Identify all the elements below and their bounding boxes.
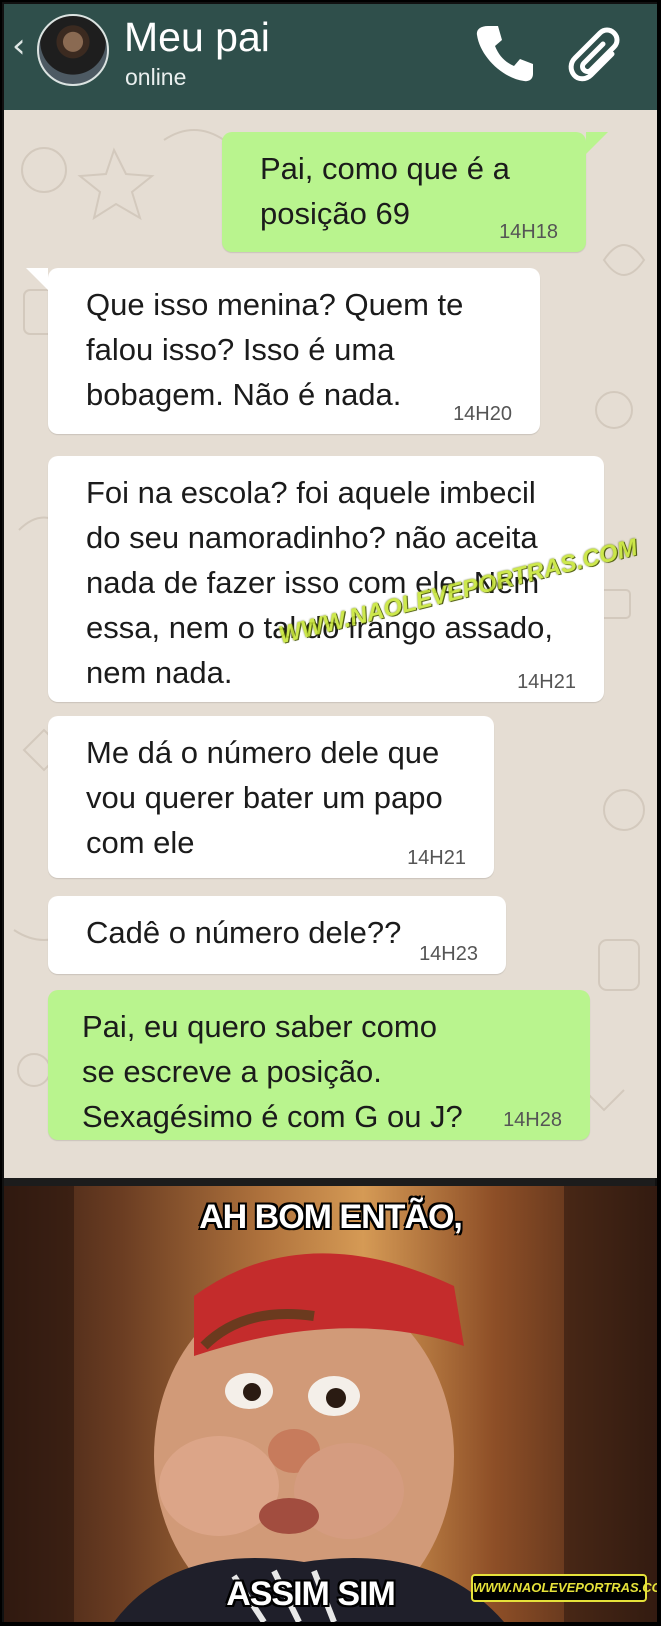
meme-illustration bbox=[4, 1186, 657, 1622]
chevron-left-icon[interactable]: ‹ bbox=[12, 26, 26, 66]
message-bubble-outgoing[interactable]: Pai, eu quero saber como se escreve a po… bbox=[48, 990, 590, 1140]
message-bubble-incoming[interactable]: Me dá o número dele que vou querer bater… bbox=[48, 716, 494, 878]
bubble-tail bbox=[586, 132, 608, 154]
contact-name[interactable]: Meu pai bbox=[124, 14, 270, 61]
phone-icon[interactable] bbox=[470, 18, 540, 88]
meme-caption-top: AH BOM ENTÃO, bbox=[199, 1198, 463, 1236]
paperclip-icon[interactable] bbox=[558, 18, 628, 88]
message-time: 14H21 bbox=[517, 671, 576, 693]
chat-header: ‹ Meu pai online bbox=[4, 4, 657, 110]
message-time: 14H23 bbox=[419, 943, 478, 965]
chat-area: Pai, como que é a posição 69 14H18 Que i… bbox=[4, 110, 657, 1178]
contact-status: online bbox=[125, 64, 187, 90]
meme-image: AH BOM ENTÃO, ASSIM SIM WWW.NAOLEVEPORTR… bbox=[4, 1186, 657, 1622]
message-time: 14H20 bbox=[453, 403, 512, 425]
message-time: 14H28 bbox=[503, 1109, 562, 1131]
message-text: Que isso menina? Quem te falou isso? Iss… bbox=[86, 287, 464, 412]
avatar[interactable] bbox=[37, 14, 109, 86]
message-bubble-outgoing[interactable]: Pai, como que é a posição 69 14H18 bbox=[222, 132, 608, 252]
message-time: 14H21 bbox=[407, 847, 466, 869]
message-text: Pai, eu quero saber como se escreve a po… bbox=[82, 1009, 463, 1134]
message-time: 14H18 bbox=[499, 221, 558, 243]
message-bubble-incoming[interactable]: Que isso menina? Quem te falou isso? Iss… bbox=[26, 268, 540, 434]
message-bubble-incoming[interactable]: Cadê o número dele?? 14H23 bbox=[48, 896, 506, 974]
message-text: Me dá o número dele que vou querer bater… bbox=[86, 735, 443, 860]
bubble-tail bbox=[26, 268, 48, 290]
site-logo: WWW.NAOLEVEPORTRAS.COM bbox=[471, 1574, 657, 1602]
